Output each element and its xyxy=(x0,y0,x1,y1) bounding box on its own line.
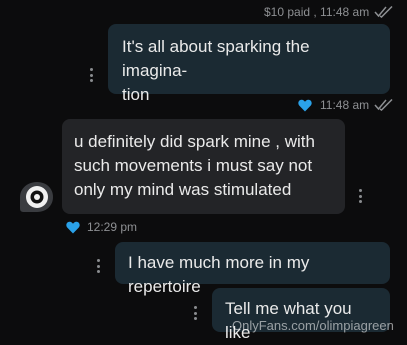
more-dots-icon[interactable] xyxy=(96,259,100,273)
heart-icon[interactable] xyxy=(66,221,80,234)
message-text-line: such movements i must say not xyxy=(74,156,313,175)
message-timestamp: 12:29 pm xyxy=(87,220,138,234)
paid-timestamp: $10 paid , 11:48 am xyxy=(264,5,370,19)
avatar-icon[interactable] xyxy=(18,178,56,216)
message-text-line: It's all about sparking the imagina- xyxy=(122,37,310,80)
message-meta: 11:48 am xyxy=(298,98,394,112)
more-dots-icon[interactable] xyxy=(358,189,362,203)
message-meta: 12:29 pm xyxy=(66,220,137,234)
message-timestamp: 11:48 am xyxy=(320,98,370,112)
message-text-line: only my mind was stimulated xyxy=(74,180,292,199)
message-bubble-outgoing[interactable]: I have much more in my repertoire xyxy=(115,242,390,296)
more-dots-icon[interactable] xyxy=(89,68,93,82)
double-check-icon xyxy=(374,6,394,18)
double-check-icon xyxy=(374,99,394,111)
message-text-line: u definitely did spark mine , with xyxy=(74,132,315,151)
message-bubble-outgoing[interactable]: It's all about sparking the imagina- tio… xyxy=(108,24,390,104)
message-meta-paid: $10 paid , 11:48 am xyxy=(264,5,394,19)
more-dots-icon[interactable] xyxy=(193,306,197,320)
message-bubble-incoming[interactable]: u definitely did spark mine , with such … xyxy=(62,119,345,214)
watermark: OnlyFans.com/olimpiagreen xyxy=(232,318,394,333)
heart-icon[interactable] xyxy=(298,99,312,112)
